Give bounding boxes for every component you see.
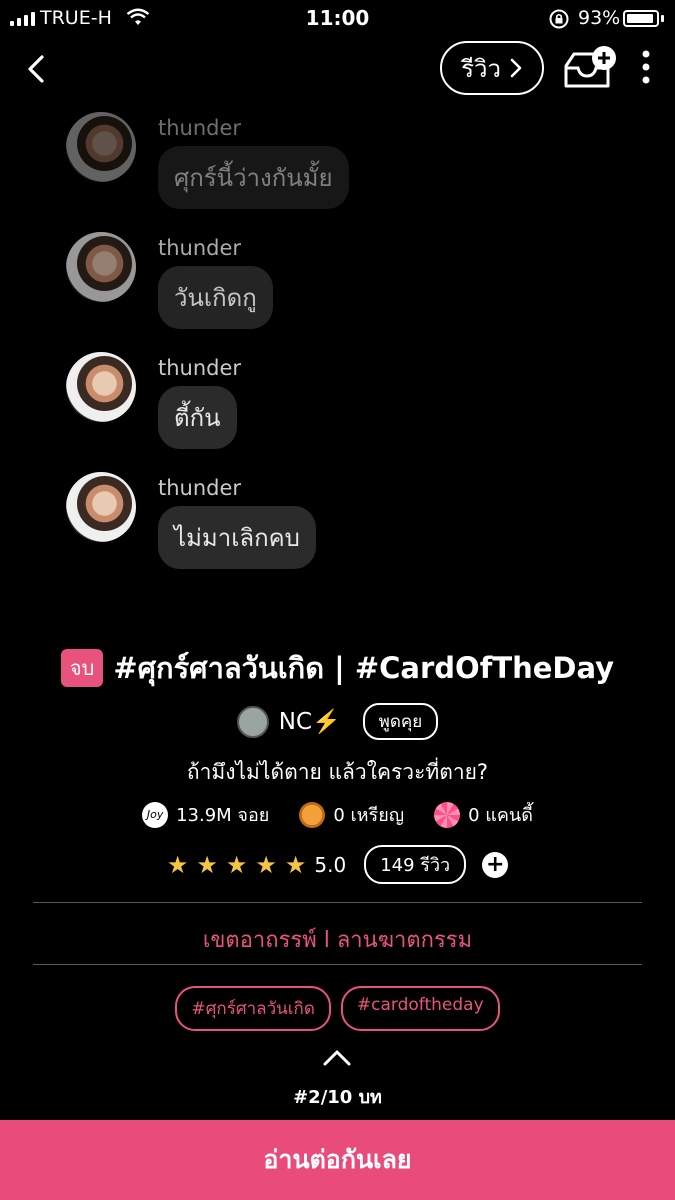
more-options-button[interactable] (636, 48, 656, 88)
coin-count: 0 เหรียญ (333, 805, 405, 826)
joy-icon: Joy (142, 801, 169, 828)
more-vertical-icon (642, 50, 650, 84)
inbox-add-icon (564, 46, 616, 88)
author-row: NC⚡️ พูดคุย (0, 703, 675, 740)
chevron-right-icon (510, 58, 522, 78)
avatar (66, 232, 136, 302)
message-bubble: ศุกร์นี้ว่างกันมั้ย (158, 146, 349, 209)
chevron-left-icon (28, 55, 44, 83)
star-icon: ★ (166, 850, 189, 879)
battery-percent: 93% (578, 7, 621, 29)
review-count-button[interactable]: 149 รีวิว (364, 845, 467, 884)
add-review-button[interactable]: + (482, 851, 509, 878)
coin-icon (299, 801, 326, 828)
joy-count: 13.9M จอย (176, 805, 270, 826)
battery-nub (661, 15, 664, 22)
rating-score: 5.0 (314, 852, 347, 877)
plus-icon: + (485, 852, 505, 877)
completed-badge: จบ (60, 649, 104, 687)
divider (33, 902, 642, 903)
chat-message: thunder ไม่มาเลิกคบ (66, 472, 466, 582)
category-link[interactable]: เขตอาถรรพ์ l ลานฆาตกรรม (0, 922, 675, 957)
review-button[interactable]: รีวิว (440, 41, 544, 95)
rating-row: ★ ★ ★ ★ ★ 5.0 149 รีวิว + (0, 845, 675, 884)
message-bubble: ตี้กัน (158, 386, 237, 449)
battery-icon (623, 10, 659, 27)
sender-name: thunder (158, 356, 242, 380)
add-to-shelf-button[interactable] (560, 44, 622, 92)
chevron-up-icon[interactable] (322, 1048, 352, 1068)
back-button[interactable] (22, 52, 52, 86)
candy-icon (434, 801, 461, 828)
chat-button[interactable]: พูดคุย (362, 703, 439, 740)
divider (33, 964, 642, 965)
star-icon: ★ (225, 850, 248, 879)
tag-list: #ศุกร์ศาลวันเกิด #cardoftheday (0, 986, 675, 1031)
message-bubble: ไม่มาเลิกคบ (158, 506, 316, 569)
author-avatar[interactable] (236, 705, 269, 738)
tag-chip[interactable]: #cardoftheday (340, 986, 500, 1031)
message-bubble: วันเกิดกู (158, 266, 273, 329)
avatar (66, 352, 136, 422)
tag-chip[interactable]: #ศุกร์ศาลวันเกิด (175, 986, 331, 1031)
clock: 11:00 (305, 6, 370, 30)
story-title-row: จบ #ศุกร์ศาลวันเกิด | #CardOfTheDay (0, 645, 675, 691)
star-icon: ★ (255, 850, 277, 879)
chat-message: thunder ตี้กัน (66, 352, 466, 462)
chapter-indicator: #2/10 บท (293, 1087, 382, 1108)
avatar (66, 472, 136, 542)
avatar (66, 112, 136, 182)
story-title: #ศุกร์ศาลวันเกิด | #CardOfTheDay (113, 651, 615, 685)
rotation-lock-icon (549, 9, 569, 29)
star-icon: ★ (284, 850, 307, 879)
candy-count: 0 แคนดี้ (468, 805, 533, 826)
review-button-label: รีวิว (461, 54, 501, 83)
status-bar: TRUE-H 11:00 93% (0, 0, 675, 36)
continue-reading-label: อ่านต่อกันเลย (263, 1145, 412, 1174)
star-icon: ★ (196, 850, 218, 879)
sender-name: thunder (158, 236, 242, 260)
continue-reading-button[interactable]: อ่านต่อกันเลย (0, 1120, 675, 1200)
chat-message: thunder ศุกร์นี้ว่างกันมั้ย (66, 112, 466, 222)
story-tagline: ถ้ามึงไม่ได้ตาย แล้วใครวะที่ตาย? (186, 760, 489, 784)
chat-message: thunder วันเกิดกู (66, 232, 466, 342)
sender-name: thunder (158, 476, 242, 500)
story-stats: Joy 13.9M จอย 0 เหรียญ 0 แคนดี้ (0, 800, 675, 829)
sender-name: thunder (158, 116, 242, 140)
author-name[interactable]: NC⚡️ (279, 708, 341, 735)
